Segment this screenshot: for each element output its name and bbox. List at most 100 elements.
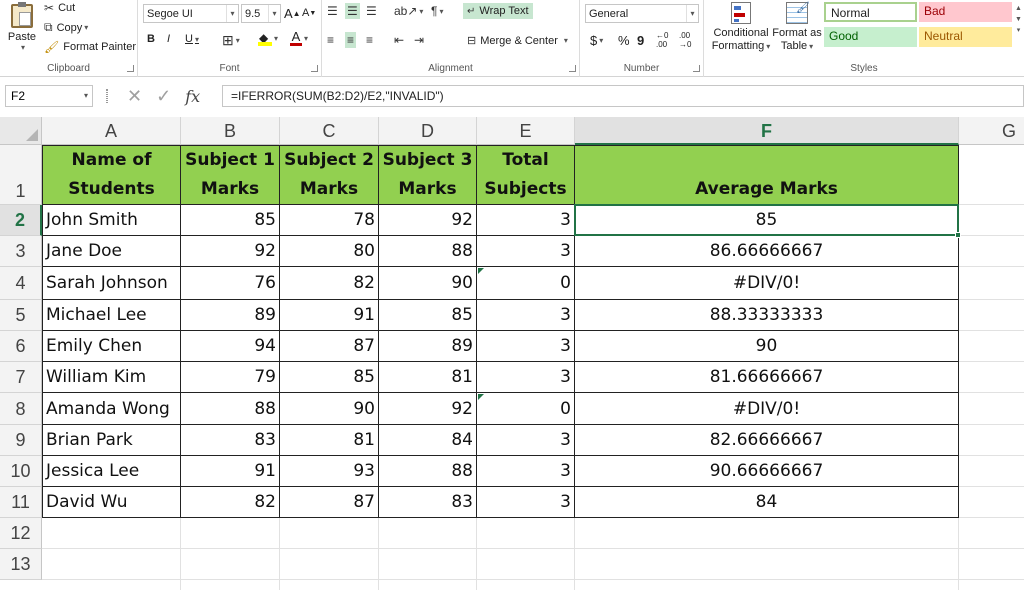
cell-d2[interactable]: 92: [379, 205, 477, 236]
percent-button[interactable]: %: [618, 33, 630, 48]
paste-button[interactable]: Paste ▾: [6, 2, 38, 52]
row-header-8[interactable]: 8: [0, 393, 42, 425]
cell-b9[interactable]: 83: [181, 425, 280, 456]
shrink-font-button[interactable]: A ▼: [302, 7, 316, 19]
text-direction-button[interactable]: ¶ ▾: [431, 4, 443, 18]
dialog-launcher-icon[interactable]: [569, 65, 576, 72]
cell-d11[interactable]: 83: [379, 487, 477, 518]
borders-button[interactable]: ⊞ ▾: [222, 32, 240, 49]
dialog-launcher-icon[interactable]: [693, 65, 700, 72]
decrease-indent-button[interactable]: ⇤: [394, 33, 404, 47]
cell-a3[interactable]: Jane Doe: [42, 236, 181, 267]
header-cell-c[interactable]: Subject 2 Marks: [280, 145, 379, 205]
style-neutral[interactable]: Neutral: [919, 27, 1012, 47]
cell-f7[interactable]: 81.66666667: [575, 362, 959, 393]
cell-f9[interactable]: 82.66666667: [575, 425, 959, 456]
error-indicator-icon[interactable]: [478, 268, 484, 274]
cell-b7[interactable]: 79: [181, 362, 280, 393]
currency-button[interactable]: $ ▾: [590, 33, 603, 48]
cell-f11[interactable]: 84: [575, 487, 959, 518]
cell-e9[interactable]: 3: [477, 425, 575, 456]
splitter-handle[interactable]: [106, 89, 108, 103]
row-header-6[interactable]: 6: [0, 331, 42, 362]
header-cell-f[interactable]: Average Marks: [575, 145, 959, 205]
column-header-a[interactable]: A: [42, 117, 181, 145]
cell-f5[interactable]: 88.33333333: [575, 300, 959, 331]
column-header-c[interactable]: C: [280, 117, 379, 145]
cell-a7[interactable]: William Kim: [42, 362, 181, 393]
row-header-9[interactable]: 9: [0, 425, 42, 456]
select-all-button[interactable]: [0, 117, 42, 145]
number-format-select[interactable]: General ▾: [585, 4, 699, 23]
row-header-11[interactable]: 11: [0, 487, 42, 518]
check-icon[interactable]: ✓: [156, 86, 171, 107]
styles-scroll[interactable]: ▲ ▼ ▾: [1015, 3, 1022, 36]
column-header-b[interactable]: B: [181, 117, 280, 145]
cell-c9[interactable]: 81: [280, 425, 379, 456]
cell-d3[interactable]: 88: [379, 236, 477, 267]
cell-b6[interactable]: 94: [181, 331, 280, 362]
cell-c4[interactable]: 82: [280, 267, 379, 300]
fill-color-button[interactable]: ◆ ▾: [258, 31, 278, 46]
row-header-1[interactable]: 1: [0, 145, 42, 205]
cell-b8[interactable]: 88: [181, 393, 280, 425]
bold-button[interactable]: B: [147, 33, 155, 45]
wrap-text-button[interactable]: ↵ Wrap Text: [463, 3, 533, 19]
error-indicator-icon[interactable]: [478, 394, 484, 400]
style-good[interactable]: Good: [824, 27, 917, 47]
cell-b3[interactable]: 92: [181, 236, 280, 267]
row-header-10[interactable]: 10: [0, 456, 42, 487]
decrease-decimal-button[interactable]: .00 →0: [679, 31, 699, 49]
cancel-icon[interactable]: ✕: [127, 86, 142, 107]
row-header-2[interactable]: 2: [0, 205, 42, 236]
cell-b2[interactable]: 85: [181, 205, 280, 236]
font-family-select[interactable]: Segoe UI ▾: [143, 4, 239, 23]
worksheet-grid[interactable]: ABCDEFG 1 2 3 4 5 6 7 8 9 10 11 12 13 Name of Student…: [0, 117, 1024, 590]
cell-a2[interactable]: John Smith: [42, 205, 181, 236]
cell-b10[interactable]: 91: [181, 456, 280, 487]
cell-b11[interactable]: 82: [181, 487, 280, 518]
name-box[interactable]: F2 ▾: [5, 85, 93, 107]
cell-e8[interactable]: 0: [477, 393, 575, 425]
grow-font-button[interactable]: A ▲: [284, 6, 301, 21]
cell-c2[interactable]: 78: [280, 205, 379, 236]
cell-d7[interactable]: 81: [379, 362, 477, 393]
cell-e6[interactable]: 3: [477, 331, 575, 362]
cell-b5[interactable]: 89: [181, 300, 280, 331]
cell-e5[interactable]: 3: [477, 300, 575, 331]
cell-d9[interactable]: 84: [379, 425, 477, 456]
dialog-launcher-icon[interactable]: [127, 65, 134, 72]
row-header-13[interactable]: 13: [0, 549, 42, 580]
align-right-button[interactable]: ≡: [366, 33, 373, 47]
column-header-f[interactable]: F: [575, 117, 959, 145]
fill-handle[interactable]: [955, 232, 961, 238]
cell-e10[interactable]: 3: [477, 456, 575, 487]
formula-input[interactable]: =IFERROR(SUM(B2:D2)/E2,"INVALID"): [222, 85, 1024, 107]
format-painter-button[interactable]: 🖌 Format Painter: [44, 40, 136, 54]
row-header-3[interactable]: 3: [0, 236, 42, 267]
cell-c7[interactable]: 85: [280, 362, 379, 393]
cell-e11[interactable]: 3: [477, 487, 575, 518]
row-header-5[interactable]: 5: [0, 300, 42, 331]
cell-b4[interactable]: 76: [181, 267, 280, 300]
increase-indent-button[interactable]: ⇥: [414, 33, 424, 47]
font-color-button[interactable]: A ▾: [290, 30, 308, 46]
cell-c3[interactable]: 80: [280, 236, 379, 267]
cell-a8[interactable]: Amanda Wong: [42, 393, 181, 425]
cell-a10[interactable]: Jessica Lee: [42, 456, 181, 487]
row-header-4[interactable]: 4: [0, 267, 42, 300]
dialog-launcher-icon[interactable]: [311, 65, 318, 72]
cell-d6[interactable]: 89: [379, 331, 477, 362]
increase-decimal-button[interactable]: ←0 .00: [656, 31, 676, 49]
insert-function-icon[interactable]: fx: [185, 87, 200, 106]
cell-d5[interactable]: 85: [379, 300, 477, 331]
cell-c5[interactable]: 91: [280, 300, 379, 331]
header-cell-d[interactable]: Subject 3 Marks: [379, 145, 477, 205]
cut-button[interactable]: ✂ Cut: [44, 1, 75, 15]
cell-e4[interactable]: 0: [477, 267, 575, 300]
header-cell-b[interactable]: Subject 1 Marks: [181, 145, 280, 205]
align-left-button[interactable]: ≡: [327, 33, 334, 47]
cell-d10[interactable]: 88: [379, 456, 477, 487]
column-header-e[interactable]: E: [477, 117, 575, 145]
underline-button[interactable]: U ▾: [185, 33, 199, 45]
